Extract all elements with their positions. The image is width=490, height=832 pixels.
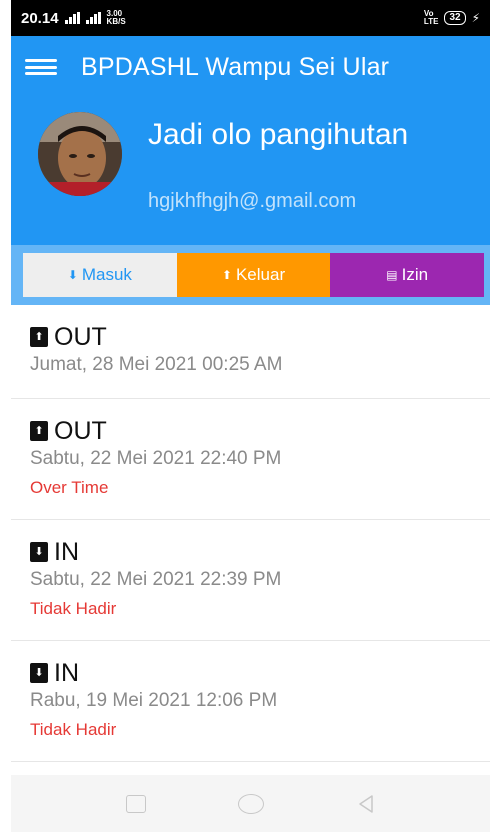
tab-masuk[interactable]: ⬇ Masuk [23,253,177,297]
status-bar: 20.14 3.00 KB/S Vo LTE 32 ⚡ [11,0,490,36]
back-icon[interactable] [356,794,376,814]
file-export-icon: ⬆ [30,327,48,347]
record-status: Over Time [30,478,109,497]
record-type-label: IN [54,659,79,687]
file-import-icon: ⬇ [67,268,78,282]
tab-masuk-label: Masuk [81,265,132,284]
record-status: Tidak Hadir [30,720,117,739]
record-type-label: IN [54,538,79,566]
battery-icon: 32 [444,11,466,25]
profile-name: Jadi olo pangihutan [148,118,409,151]
avatar-photo-icon [38,112,122,196]
record-type: ⬆ OUT [30,416,471,446]
profile-email: hgjkhfhgjh@.gmail.com [148,190,357,212]
tab-izin[interactable]: ▤ Izin [330,253,485,297]
volte-bottom: LTE [423,17,439,26]
file-import-icon: ⬇ [30,663,48,683]
tab-keluar-label: Keluar [235,265,286,284]
home-icon[interactable] [237,793,264,814]
file-import-icon: ⬇ [30,542,48,562]
network-speed-unit: KB/S [106,17,126,26]
avatar [38,112,122,196]
attendance-tabs: ⬇ Masuk ⬆ Keluar ▤ Izin [23,253,485,297]
list-item[interactable]: ⬇ IN Sabtu, 22 Mei 2021 22:39 PM Tidak H… [11,520,490,641]
record-date: Sabtu, 22 Mei 2021 22:39 PM [30,569,282,590]
record-type: ⬇ IN [30,537,471,567]
file-export-icon: ⬆ [221,268,232,282]
app-title: BPDASHL Wampu Sei Ular [81,52,390,81]
system-nav-bar [11,775,490,832]
list-item[interactable]: ⬆ OUT Jumat, 28 Mei 2021 00:25 AM [11,305,490,399]
record-status: Tidak Hadir [30,599,117,618]
status-time: 20.14 [21,9,59,27]
profile-header: Jadi olo pangihutan hgjkhfhgjh@.gmail.co… [11,98,490,245]
list-item[interactable]: ⬆ OUT [11,762,490,775]
list-item[interactable]: ⬆ OUT Sabtu, 22 Mei 2021 22:40 PM Over T… [11,399,490,520]
list-item[interactable]: ⬇ IN Rabu, 19 Mei 2021 12:06 PM Tidak Ha… [11,641,490,762]
attendance-list[interactable]: ⬆ OUT Jumat, 28 Mei 2021 00:25 AM ⬆ OUT … [11,305,490,775]
record-date: Jumat, 28 Mei 2021 00:25 AM [30,354,283,375]
network-speed: 3.00 KB/S [107,10,126,26]
attendance-tabs-bar: ⬇ Masuk ⬆ Keluar ▤ Izin [11,245,490,305]
file-export-icon: ⬆ [30,421,48,441]
volte-indicator: Vo LTE [424,10,439,26]
app-bar: BPDASHL Wampu Sei Ular [11,36,490,98]
tab-keluar[interactable]: ⬆ Keluar [176,253,331,297]
hamburger-menu-icon[interactable] [25,56,57,78]
record-type: ⬇ IN [30,658,471,688]
status-bar-right: Vo LTE 32 ⚡ [424,10,480,26]
record-type-label: OUT [54,323,107,351]
recent-apps-icon[interactable] [125,794,146,813]
charging-icon: ⚡ [471,11,480,25]
record-date: Sabtu, 22 Mei 2021 22:40 PM [30,448,282,469]
document-icon: ▤ [386,268,398,282]
tab-izin-label: Izin [401,265,429,284]
record-type-label: OUT [54,417,107,445]
record-date: Rabu, 19 Mei 2021 12:06 PM [30,690,278,711]
status-bar-left: 20.14 3.00 KB/S [21,10,126,27]
record-type: ⬆ OUT [30,322,471,352]
signal-icon-2 [85,12,101,24]
signal-icon [64,12,80,24]
